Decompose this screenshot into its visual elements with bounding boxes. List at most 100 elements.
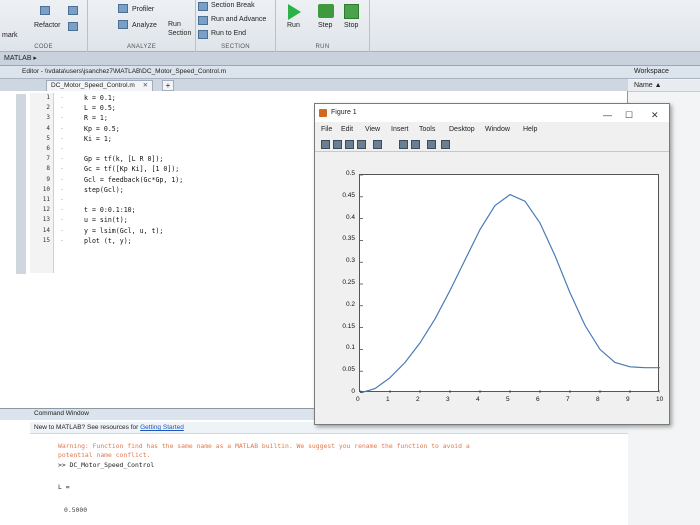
line-number: 13 — [42, 216, 50, 224]
edit-plot-icon[interactable] — [373, 140, 382, 149]
code-line[interactable]: Gc = tf([Kp Ki], [1 0]); — [84, 165, 179, 173]
line-number: 4 — [46, 124, 50, 132]
y-tick-label: 0.2 — [345, 300, 355, 308]
new-figure-icon[interactable] — [321, 140, 330, 149]
stop-icon[interactable] — [344, 4, 359, 19]
indent-icon[interactable] — [68, 22, 78, 31]
breakpoint-marker[interactable]: - — [60, 176, 64, 183]
open-icon[interactable] — [333, 140, 342, 149]
section-break-icon — [198, 2, 208, 11]
run-section-button[interactable]: Run Section — [168, 20, 191, 38]
figure-menu-desktop[interactable]: Desktop — [449, 122, 475, 138]
save-icon[interactable] — [345, 140, 354, 149]
code-line[interactable]: u = sin(t); — [84, 216, 128, 224]
workspace-name-column[interactable]: Name ▲ — [628, 80, 700, 92]
line-number: 15 — [42, 236, 50, 244]
code-line[interactable]: R = 1; — [84, 114, 108, 122]
run-to-end-button[interactable]: Run to End — [211, 30, 246, 37]
line-number: 5 — [46, 134, 50, 142]
plot-svg — [360, 175, 660, 393]
line-number-gutter: 1 2 3 4 5 6 7 8 9 10 11 12 13 14 15 — [30, 93, 54, 273]
profiler-icon — [118, 4, 128, 13]
code-line[interactable]: Ki = 1; — [84, 135, 112, 143]
line-number: 8 — [46, 165, 50, 173]
figure-menu-window[interactable]: Window — [485, 122, 510, 138]
breakpoint-marker[interactable]: - — [60, 104, 64, 111]
x-tick-label: 8 — [596, 396, 600, 403]
breakpoint-marker[interactable]: - — [60, 114, 64, 121]
section-break-button[interactable]: Section Break — [211, 2, 255, 9]
analyze-button[interactable]: Analyze — [132, 22, 157, 29]
line-number: 1 — [46, 94, 50, 101]
stop-button[interactable]: Stop — [344, 22, 358, 29]
step-icon[interactable] — [318, 4, 334, 18]
code-line[interactable]: y = lsim(Gcl, u, t); — [84, 227, 163, 235]
code-line[interactable]: t = 0:0.1:10; — [84, 206, 136, 214]
breakpoint-marker[interactable]: - — [60, 186, 64, 193]
matlab-path[interactable]: MATLAB ▸ — [4, 55, 37, 62]
breakpoint-marker[interactable]: - — [60, 155, 64, 162]
line-number: 12 — [42, 206, 50, 214]
comment-icon[interactable] — [68, 6, 78, 15]
x-tick-label: 5 — [506, 396, 510, 403]
code-line[interactable]: Gcl = feedback(Gc*Gp, 1); — [84, 176, 183, 184]
run-to-end-icon — [198, 30, 208, 39]
code-line[interactable]: k = 0.1; — [84, 94, 116, 102]
close-icon[interactable]: ✕ — [143, 82, 148, 89]
getting-started-link[interactable]: Getting Started — [140, 424, 184, 431]
add-tab-button[interactable]: + — [162, 80, 174, 91]
figure-menu-edit[interactable]: Edit — [341, 122, 353, 138]
breakpoint-marker[interactable]: - — [60, 216, 64, 223]
figure-toolbar — [315, 138, 669, 152]
editor-tab[interactable]: DC_Motor_Speed_Control.m ✕ — [46, 80, 154, 91]
legend-icon[interactable] — [411, 140, 420, 149]
code-line[interactable]: plot (t, y); — [84, 237, 132, 245]
editor-tabs: DC_Motor_Speed_Control.m ✕ + — [0, 79, 628, 91]
ribbon-group-section: Section Break Run and Advance Run to End… — [196, 0, 276, 52]
y-tick-label: 0.5 — [345, 170, 355, 177]
breakpoint-marker[interactable]: - — [60, 227, 64, 234]
breakpoint-marker[interactable]: - — [60, 135, 64, 142]
breakpoint-marker[interactable]: - — [60, 196, 64, 203]
step-button[interactable]: Step — [318, 22, 332, 29]
refactor-button[interactable]: Refactor — [34, 22, 60, 29]
breakpoint-marker[interactable]: - — [60, 165, 64, 172]
breakpoint-marker[interactable]: - — [60, 237, 64, 244]
print-icon[interactable] — [357, 140, 366, 149]
pointer-icon[interactable] — [427, 140, 436, 149]
run-icon[interactable] — [288, 4, 301, 20]
analyze-icon — [118, 20, 128, 29]
ribbon-group-code: mark Refactor CODE — [0, 0, 88, 52]
x-tick-label: 2 — [416, 396, 420, 403]
column-header: Name ▲ — [634, 82, 662, 89]
run-advance-icon — [198, 16, 208, 25]
matlab-title-bar: MATLAB ▸ — [0, 52, 700, 66]
profiler-button[interactable]: Profiler — [132, 6, 154, 13]
figure-menu-insert[interactable]: Insert — [391, 122, 409, 138]
line-number: 14 — [42, 226, 50, 234]
editor-scrollbar[interactable] — [16, 94, 26, 274]
plot-tools-icon[interactable] — [441, 140, 450, 149]
command-window[interactable]: Command Window New to MATLAB? See resour… — [0, 408, 628, 525]
code-line[interactable]: Gp = tf(k, [L R 0]); — [84, 155, 163, 163]
y-tick-label: 0.45 — [342, 191, 355, 199]
figure-title: Figure 1 — [331, 109, 357, 116]
run-and-advance-button[interactable]: Run and Advance — [211, 16, 266, 23]
figure-window[interactable]: Figure 1 — ☐ ✕ File Edit View Insert Tools De… — [314, 103, 670, 425]
code-line[interactable]: Kp = 0.5; — [84, 125, 120, 133]
breakpoint-marker[interactable]: - — [60, 206, 64, 213]
breakpoint-marker[interactable]: - — [60, 94, 64, 101]
figure-menu-view[interactable]: View — [365, 122, 380, 138]
run-button[interactable]: Run — [287, 22, 300, 29]
plot-axes[interactable] — [359, 174, 660, 393]
code-line[interactable]: L = 0.5; — [84, 104, 116, 112]
figure-menu-file[interactable]: File — [321, 122, 332, 138]
workspace-title-label: Workspace — [634, 68, 669, 75]
colorbar-icon[interactable] — [399, 140, 408, 149]
breakpoint-marker[interactable]: - — [60, 125, 64, 132]
bookmark-button[interactable]: mark — [2, 32, 18, 39]
figure-menu-help[interactable]: Help — [523, 122, 537, 138]
breakpoint-marker[interactable]: - — [60, 145, 64, 152]
figure-menu-tools[interactable]: Tools — [419, 122, 435, 138]
code-line[interactable]: step(Gcl); — [84, 186, 124, 194]
